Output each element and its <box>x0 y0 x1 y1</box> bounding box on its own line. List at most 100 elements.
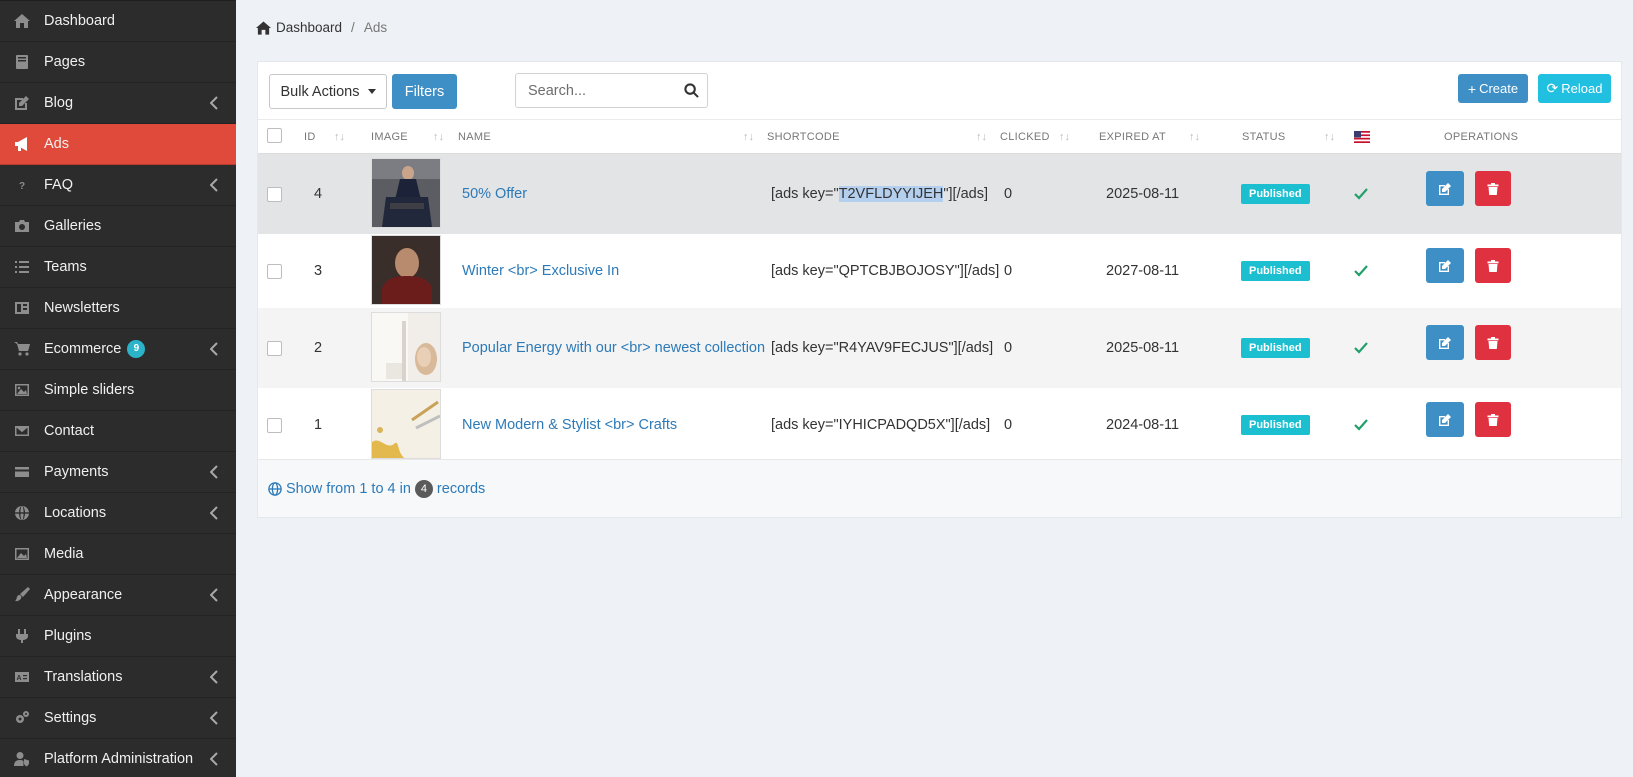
check-icon <box>1354 385 1368 465</box>
row-shortcode: [ads key=" QPTCBJBOJOSY "][/ads] <box>771 231 999 311</box>
caret-down-icon <box>367 89 376 94</box>
sort-icon[interactable]: ↑↓ <box>743 120 754 154</box>
delete-button[interactable] <box>1475 325 1511 360</box>
ads-table-panel: Bulk Actions Filters + Create ⟳ Reload I… <box>257 61 1622 518</box>
sidebar-item-ecommerce[interactable]: Ecommerce 9 <box>0 329 236 370</box>
row-thumbnail <box>371 389 441 459</box>
row-shortcode: [ads key=" T2VFLDYYIJEH "][/ads] <box>771 154 988 234</box>
row-checkbox[interactable] <box>267 385 282 465</box>
sidebar-item-label: Translations <box>44 669 123 685</box>
sidebar-item-locations[interactable]: Locations <box>0 493 236 534</box>
sidebar-item-media[interactable]: Media <box>0 534 236 575</box>
shortcode-suffix: "][/ads] <box>954 263 1000 279</box>
bullhorn-icon <box>0 136 44 152</box>
row-expired-at: 2027-08-11 <box>1106 263 1180 279</box>
table-row: 4 50% Offer [ads key=" T2VFLDYYIJEH "][/ads]… <box>258 154 1621 234</box>
edit-icon <box>1439 336 1451 349</box>
chevron-left-icon <box>209 588 218 602</box>
shortcode-prefix: [ads key=" <box>771 186 839 202</box>
status-badge: Published <box>1241 261 1310 281</box>
filters-button[interactable]: Filters <box>392 74 457 109</box>
edit-button[interactable] <box>1426 171 1464 206</box>
column-header-expired-at[interactable]: EXPIRED AT <box>1099 120 1166 154</box>
breadcrumb-home[interactable]: Dashboard <box>256 20 342 35</box>
column-header-id[interactable]: ID <box>304 120 316 154</box>
row-name-link[interactable]: New Modern & Stylist <br> Crafts <box>462 385 677 465</box>
sidebar-item-ads[interactable]: Ads <box>0 124 236 165</box>
row-name-link[interactable]: 50% Offer <box>462 154 527 234</box>
column-header-status[interactable]: STATUS <box>1242 120 1286 154</box>
sidebar-item-faq[interactable]: ? FAQ <box>0 165 236 206</box>
shortcode-suffix: "][/ads] <box>948 340 994 356</box>
row-name-link[interactable]: Winter <br> Exclusive In <box>462 231 619 311</box>
row-id: 2 <box>314 340 323 356</box>
book-icon <box>0 54 44 70</box>
sidebar-item-label: Media <box>44 546 84 562</box>
sidebar-item-translations[interactable]: A Translations <box>0 657 236 698</box>
reload-label: Reload <box>1561 81 1603 96</box>
delete-button[interactable] <box>1475 171 1511 206</box>
row-shortcode: [ads key=" R4YAV9FECJUS "][/ads] <box>771 308 993 388</box>
table-header: ID ↑↓ IMAGE ↑↓ NAME ↑↓ SHORTCODE ↑↓ CLIC… <box>258 119 1621 154</box>
chevron-left-icon <box>209 178 218 192</box>
sidebar-item-galleries[interactable]: Galleries <box>0 206 236 247</box>
sort-desc-icon[interactable]: ↑↓ <box>334 120 345 154</box>
camera-icon <box>0 218 44 234</box>
create-button[interactable]: + Create <box>1458 74 1528 103</box>
row-checkbox[interactable] <box>267 308 282 388</box>
sidebar-item-payments[interactable]: Payments <box>0 452 236 493</box>
svg-text:A: A <box>16 675 21 682</box>
sort-icon[interactable]: ↑↓ <box>976 120 987 154</box>
edit-button[interactable] <box>1426 325 1464 360</box>
column-header-image[interactable]: IMAGE <box>371 120 408 154</box>
sidebar-item-label: Settings <box>44 710 97 726</box>
sidebar-item-plugins[interactable]: Plugins <box>0 616 236 657</box>
sidebar-item-dashboard[interactable]: Dashboard <box>0 1 236 42</box>
bulk-actions-button[interactable]: Bulk Actions <box>269 74 387 109</box>
chevron-left-icon <box>209 670 218 684</box>
table-row: 3 Winter <br> Exclusive In [ads key=" QPTCB… <box>258 231 1621 311</box>
column-header-name[interactable]: NAME <box>458 120 491 154</box>
sidebar-item-settings[interactable]: Settings <box>0 698 236 739</box>
search-input[interactable] <box>516 74 676 107</box>
home-icon <box>0 13 44 29</box>
breadcrumb-home-label: Dashboard <box>276 20 343 35</box>
chevron-left-icon <box>209 752 218 766</box>
sidebar-item-appearance[interactable]: Appearance <box>0 575 236 616</box>
sidebar-item-platform-administration[interactable]: Platform Administration <box>0 739 236 777</box>
column-header-clicked[interactable]: CLICKED <box>1000 120 1050 154</box>
row-id: 3 <box>314 263 323 279</box>
chevron-left-icon <box>209 711 218 725</box>
sidebar-item-newsletters[interactable]: Newsletters <box>0 288 236 329</box>
sidebar-item-teams[interactable]: Teams <box>0 247 236 288</box>
breadcrumb: Dashboard / Ads <box>256 20 387 35</box>
sort-icon[interactable]: ↑↓ <box>1324 120 1335 154</box>
column-header-shortcode[interactable]: SHORTCODE <box>767 120 840 154</box>
table-row: 1 New Modern & Stylist <br> Crafts [ads ke… <box>258 385 1621 465</box>
sidebar-item-label: Platform Administration <box>44 751 194 767</box>
sort-icon[interactable]: ↑↓ <box>1189 120 1200 154</box>
shortcode-key: R4YAV9FECJUS <box>838 340 949 356</box>
sort-icon[interactable]: ↑↓ <box>1059 120 1070 154</box>
status-badge: Published <box>1241 184 1310 204</box>
sort-icon[interactable]: ↑↓ <box>433 120 444 154</box>
edit-button[interactable] <box>1426 402 1464 437</box>
sidebar-item-simple-sliders[interactable]: Simple sliders <box>0 370 236 411</box>
delete-button[interactable] <box>1475 402 1511 437</box>
row-name-link[interactable]: Popular Energy with our <br> newest coll… <box>462 308 765 388</box>
row-checkbox[interactable] <box>267 231 282 311</box>
edit-button[interactable] <box>1426 248 1464 283</box>
sidebar-item-blog[interactable]: Blog <box>0 83 236 124</box>
reload-button[interactable]: ⟳ Reload <box>1538 74 1611 103</box>
row-clicked: 0 <box>1004 263 1013 279</box>
row-expired-at: 2025-08-11 <box>1106 186 1180 202</box>
sidebar-item-label: Ads <box>44 136 69 152</box>
shortcode-key: QPTCBJBOJOSY <box>838 263 955 279</box>
shopping-cart-icon <box>0 341 44 357</box>
sidebar-item-pages[interactable]: Pages <box>0 42 236 83</box>
sidebar-item-contact[interactable]: Contact <box>0 411 236 452</box>
row-checkbox[interactable] <box>267 154 282 234</box>
search-icon[interactable] <box>676 83 706 98</box>
select-all-checkbox[interactable] <box>267 128 282 144</box>
delete-button[interactable] <box>1475 248 1511 283</box>
